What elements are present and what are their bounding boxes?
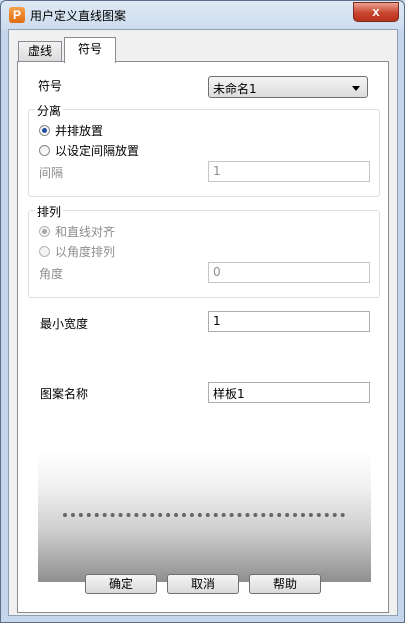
pattern-name-label: 图案名称: [40, 387, 89, 401]
separation-group: 分离 并排放置 以设定间隔放置 间隔 1: [28, 102, 380, 197]
tab-panel-symbol: 符号 未命名1 分离 并排放置 以设定间隔放置 间隔 1 排列 和直线对齐 以角…: [17, 61, 389, 613]
window-title: 用户定义直线图案: [30, 9, 127, 23]
close-button[interactable]: x: [353, 2, 399, 22]
align-with-line-radio[interactable]: [39, 226, 50, 237]
align-with-line-label: 和直线对齐: [55, 225, 116, 239]
angle-label: 角度: [39, 267, 64, 281]
tab-symbol[interactable]: 符号: [64, 37, 116, 63]
pattern-preview: [38, 452, 371, 582]
app-logo-icon: P: [9, 7, 25, 23]
chevron-down-icon: [352, 86, 360, 91]
arrange-by-angle-radio[interactable]: [39, 246, 50, 257]
angle-input[interactable]: 0: [208, 262, 370, 283]
arrange-by-angle-label: 以角度排列: [55, 245, 116, 259]
help-button[interactable]: 帮助: [249, 574, 321, 594]
tab-dash[interactable]: 虚线: [18, 41, 62, 61]
symbol-label: 符号: [38, 79, 63, 93]
min-width-input[interactable]: 1: [208, 311, 370, 332]
symbol-dropdown-value: 未命名1: [213, 82, 257, 96]
symbol-dropdown[interactable]: 未命名1: [208, 76, 368, 98]
preview-pattern-line: [63, 513, 345, 517]
spacing-input[interactable]: 1: [208, 161, 370, 182]
pattern-name-input[interactable]: 样板1: [208, 382, 370, 403]
side-by-side-label: 并排放置: [55, 124, 104, 138]
title-bar[interactable]: P 用户定义直线图案 x: [1, 1, 404, 29]
set-interval-radio[interactable]: [39, 145, 50, 156]
ok-button[interactable]: 确定: [85, 574, 157, 594]
separation-group-title: 分离: [35, 102, 64, 119]
dialog-client-area: 虚线 符号 符号 未命名1 分离 并排放置 以设定间隔放置 间隔 1 排列 和直…: [8, 29, 398, 616]
spacing-label: 间隔: [39, 166, 64, 180]
set-interval-label: 以设定间隔放置: [55, 144, 140, 158]
side-by-side-radio[interactable]: [39, 125, 50, 136]
dialog-window: P 用户定义直线图案 x 虚线 符号 符号 未命名1 分离 并排放置 以设定间隔…: [0, 0, 405, 623]
min-width-label: 最小宽度: [40, 317, 89, 331]
cancel-button[interactable]: 取消: [167, 574, 239, 594]
arrangement-group: 排列 和直线对齐 以角度排列 角度 0: [28, 203, 380, 298]
arrangement-group-title: 排列: [35, 203, 64, 220]
